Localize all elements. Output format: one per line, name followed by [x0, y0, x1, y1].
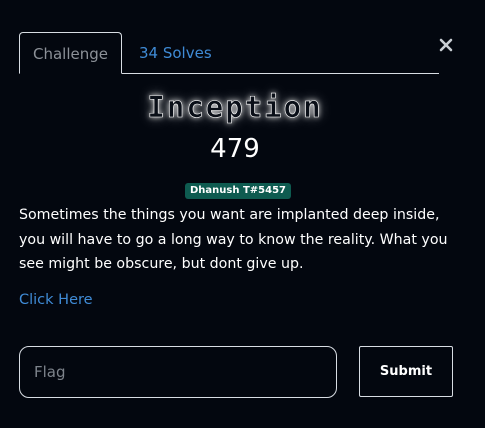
challenge-title: Inception: [147, 90, 323, 125]
flag-input[interactable]: [19, 346, 337, 398]
tab-solves[interactable]: 34 Solves: [139, 32, 212, 73]
challenge-description: Sometimes the things you want are implan…: [19, 207, 448, 272]
close-icon: [439, 38, 453, 52]
submit-button[interactable]: Submit: [359, 346, 453, 397]
author-badge: Dhanush T#5457: [185, 183, 291, 199]
challenge-link[interactable]: Click Here: [19, 292, 93, 308]
challenge-modal: Challenge 34 Solves Inception 479 Dhanus…: [0, 0, 485, 428]
tab-challenge[interactable]: Challenge: [19, 32, 122, 74]
challenge-points: 479: [210, 134, 260, 164]
tab-bar: Challenge 34 Solves: [19, 32, 439, 74]
close-button[interactable]: [437, 36, 455, 54]
